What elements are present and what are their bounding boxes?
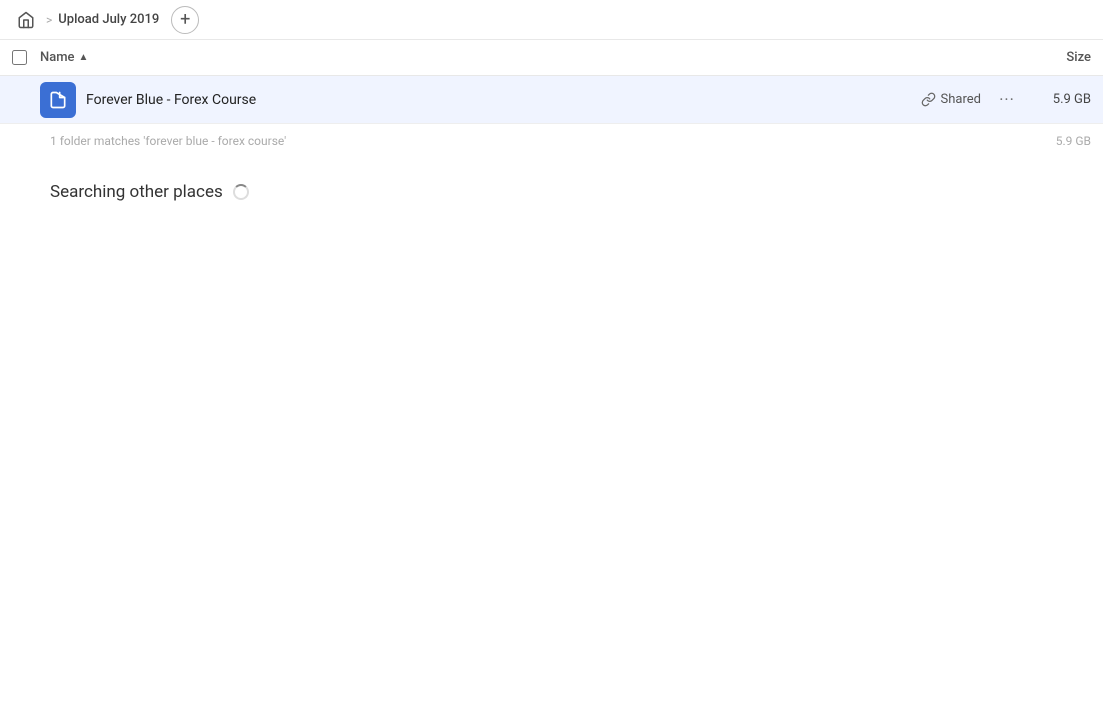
shared-label: Shared bbox=[941, 92, 981, 107]
file-name-label: Forever Blue - Forex Course bbox=[86, 92, 921, 108]
searching-section: Searching other places bbox=[0, 158, 1103, 214]
name-column-label: Name bbox=[40, 50, 75, 65]
name-column-header[interactable]: Name ▲ bbox=[40, 50, 1011, 65]
sort-arrow-icon: ▲ bbox=[79, 52, 89, 63]
folder-matches-info: 1 folder matches 'forever blue - forex c… bbox=[0, 124, 1103, 158]
file-size-value: 5.9 GB bbox=[1021, 92, 1091, 107]
file-actions: Shared ··· bbox=[921, 86, 1021, 114]
breadcrumb-bar: > Upload July 2019 + bbox=[0, 0, 1103, 40]
link-icon bbox=[921, 92, 936, 107]
add-button[interactable]: + bbox=[171, 6, 199, 34]
folder-matches-text: 1 folder matches 'forever blue - forex c… bbox=[50, 134, 286, 148]
folder-icon-wrap bbox=[40, 82, 76, 118]
folder-matches-size: 5.9 GB bbox=[1056, 134, 1091, 148]
column-header-row: Name ▲ Size bbox=[0, 40, 1103, 76]
loading-spinner bbox=[233, 184, 249, 200]
more-options-button[interactable]: ··· bbox=[993, 86, 1021, 114]
shared-badge: Shared bbox=[921, 92, 981, 107]
searching-text: Searching other places bbox=[50, 182, 223, 202]
select-all-checkbox-wrap[interactable] bbox=[12, 50, 40, 65]
file-row[interactable]: Forever Blue - Forex Course Shared ··· 5… bbox=[0, 76, 1103, 124]
select-all-checkbox[interactable] bbox=[12, 50, 27, 65]
size-column-header[interactable]: Size bbox=[1011, 50, 1091, 65]
home-button[interactable] bbox=[12, 6, 40, 34]
breadcrumb-separator: > bbox=[46, 13, 52, 27]
breadcrumb-current[interactable]: Upload July 2019 bbox=[58, 12, 159, 27]
